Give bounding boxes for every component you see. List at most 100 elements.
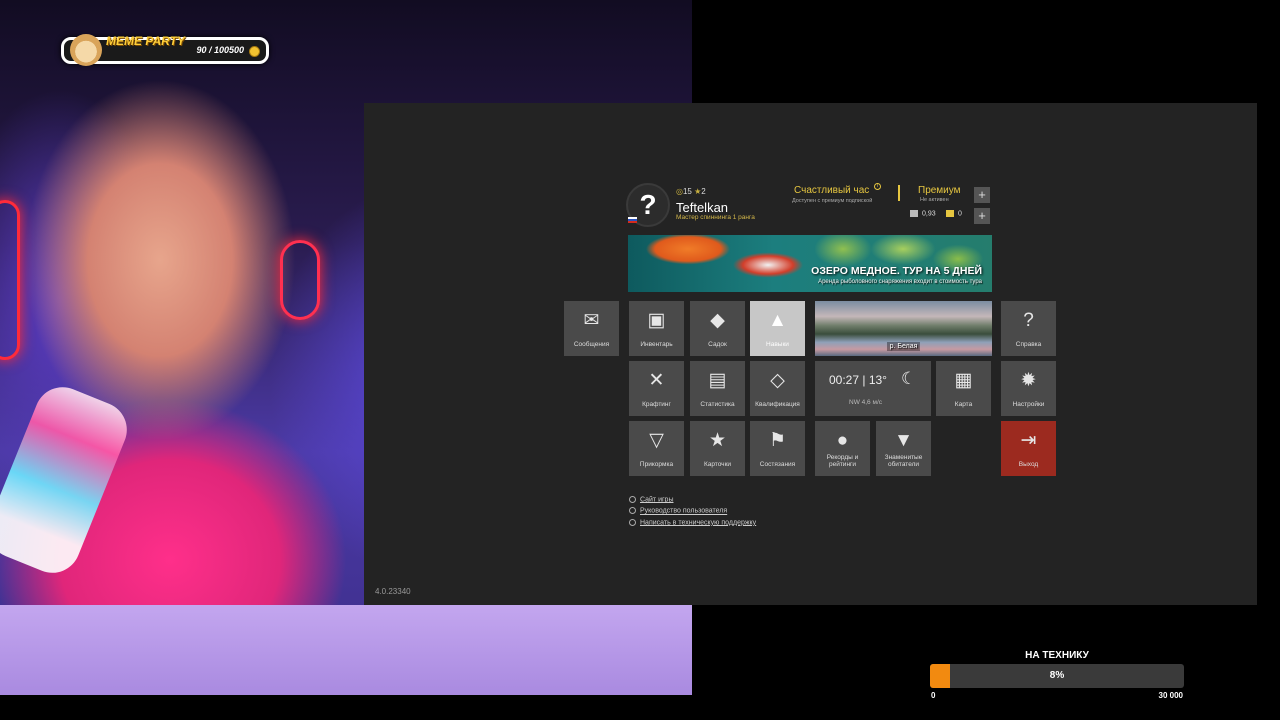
silver-icon xyxy=(910,210,918,217)
link-support[interactable]: Написать в техническую поддержку xyxy=(629,518,757,527)
tile-label: Крафтинг xyxy=(642,401,671,408)
records-tile[interactable]: ● Рекорды и рейтинги xyxy=(815,421,870,476)
globe-icon xyxy=(629,496,636,503)
link-label: Написать в техническую поддержку xyxy=(640,519,757,527)
level-icon: ◎ xyxy=(676,187,683,196)
add-premium-button[interactable]: + xyxy=(974,187,990,203)
statistics-tile[interactable]: ▤ Статистика xyxy=(690,361,745,416)
doge-icon xyxy=(70,34,102,66)
tile-label: Рекорды и рейтинги xyxy=(826,454,859,468)
tile-label: Навыки xyxy=(766,341,789,348)
graduation-cap-icon: ▲ xyxy=(768,310,787,331)
tile-label: Сообщения xyxy=(573,341,610,348)
tile-label: Садок xyxy=(708,341,727,348)
divider xyxy=(898,185,900,201)
level-value: 15 xyxy=(682,187,692,196)
tile-label: Состязания xyxy=(759,461,796,468)
checkered-flag-icon: ⚑ xyxy=(768,430,787,451)
banner-title: ОЗЕРО МЕДНОЕ. ТУР НА 5 ДНЕЙ xyxy=(811,265,982,277)
tile-label: Карта xyxy=(954,401,973,408)
meme-party-title: MEME PARTY xyxy=(106,34,185,48)
gold-value: 0 xyxy=(958,210,962,218)
competitions-tile[interactable]: ⚑ Состязания xyxy=(750,421,805,476)
moon-icon: ☾ xyxy=(901,369,917,388)
bait-tile[interactable]: ▽ Прикормка xyxy=(629,421,684,476)
briefcase-icon: ▣ xyxy=(647,310,666,331)
cards-tile[interactable]: ★ Карточки xyxy=(690,421,745,476)
gold-icon xyxy=(946,210,954,217)
player-rank: Мастер спиннинга 1 ранга xyxy=(676,214,755,221)
weather-tile[interactable]: 00:27 | 13° ☾ NW 4,6 м/с xyxy=(815,361,931,416)
globe-icon xyxy=(629,518,636,526)
goal-percent: 8% xyxy=(1049,670,1065,681)
profile-header: ? ◎15 ★2 Teftelkan Мастер спиннинга 1 ра… xyxy=(626,183,996,233)
happy-hour-title: Счастливый час xyxy=(794,185,870,196)
famous-tile[interactable]: ▼ Знаменитые обитатели xyxy=(876,421,931,476)
desk xyxy=(0,605,692,695)
meme-party-widget: MEME PARTY 90 / 100500 xyxy=(61,34,269,66)
player-name: Teftelkan xyxy=(676,200,729,215)
banner-subtitle: Аренда рыболовного снаряжения входит в с… xyxy=(818,279,982,285)
silver-value: 0,93 xyxy=(922,210,936,218)
qualification-tile[interactable]: ◇ Квалификация xyxy=(750,361,805,416)
fish-icon: ◆ xyxy=(710,310,725,331)
add-currency-button[interactable]: + xyxy=(974,208,990,224)
tile-label: Статистика xyxy=(700,401,735,408)
link-game-site[interactable]: Сайт игры xyxy=(629,496,756,503)
map-icon: ▦ xyxy=(954,370,973,391)
inventory-tile[interactable]: ▣ Инвентарь xyxy=(629,301,684,356)
envelope-icon: ✉ xyxy=(583,310,600,331)
globe-icon xyxy=(629,507,636,515)
help-tile[interactable]: ? Справка xyxy=(1001,301,1056,356)
exit-tile[interactable]: ⇥ Выход xyxy=(1001,421,1056,476)
goal-min: 0 xyxy=(931,691,936,700)
wind-info: NW 4,6 м/с xyxy=(849,399,883,406)
location-label: р. Белая xyxy=(815,342,992,351)
time-temperature: 00:27 | 13° xyxy=(829,373,887,387)
version-label: 4.0.23340 xyxy=(375,587,411,596)
happy-hour-subtitle: Доступен с премиум подпиской xyxy=(792,198,873,204)
info-icon[interactable]: i xyxy=(874,183,881,190)
diamond-icon: ◇ xyxy=(770,370,785,391)
chart-icon: ▤ xyxy=(708,370,727,391)
location-tile[interactable]: р. Белая xyxy=(815,301,992,356)
people-icon: ● xyxy=(836,430,849,451)
link-label: Руководство пользователя xyxy=(640,507,728,515)
tile-label: Справка xyxy=(1015,341,1042,348)
cards-icon: ★ xyxy=(708,430,727,451)
silver-currency: 0,93 xyxy=(910,210,936,217)
bucket-icon: ▽ xyxy=(649,430,664,451)
meme-party-progress: 90 / 100500 xyxy=(196,45,244,55)
premium-title: Премиум xyxy=(918,185,961,196)
game-window: ? ◎15 ★ 2 Teftelkan Мастер спиннинга 1 ра… xyxy=(364,103,1257,605)
microphone xyxy=(0,378,136,582)
neon-light xyxy=(280,240,320,320)
coin-icon xyxy=(249,46,260,57)
settings-tile[interactable]: ✹ Настройки xyxy=(1001,361,1056,416)
tile-label: Настройки xyxy=(1012,401,1045,408)
messages-tile[interactable]: ✉ Сообщения xyxy=(564,301,619,356)
skills-tile[interactable]: ▲ Навыки xyxy=(750,301,805,356)
donation-goal: НА ТЕХНИКУ 8% 0 30 000 xyxy=(930,648,1184,708)
crafting-tile[interactable]: ✕ Крафтинг xyxy=(629,361,684,416)
goal-progress-bar: 8% xyxy=(930,664,1184,688)
map-tile[interactable]: ▦ Карта xyxy=(936,361,991,416)
premium-subtitle: Не активен xyxy=(920,197,949,203)
tile-label: Выход xyxy=(1018,461,1039,468)
stars-value: 2 xyxy=(701,187,706,196)
promo-banner[interactable]: ОЗЕРО МЕДНОЕ. ТУР НА 5 ДНЕЙ Аренда рыбол… xyxy=(628,235,992,292)
gear-icon: ✹ xyxy=(1020,370,1037,391)
tile-label: Карточки xyxy=(703,461,732,468)
trophy-icon: ▼ xyxy=(894,430,913,451)
question-icon: ? xyxy=(1023,310,1034,331)
footer-links: Сайт игры Руководство пользователя Напис… xyxy=(629,496,756,530)
link-user-guide[interactable]: Руководство пользователя xyxy=(629,507,756,515)
tile-label: Инвентарь xyxy=(640,341,673,348)
goal-max: 30 000 xyxy=(1158,691,1183,700)
keepnet-tile[interactable]: ◆ Садок xyxy=(690,301,745,356)
goal-title: НА ТЕХНИКУ xyxy=(1025,650,1089,661)
tile-label: Прикормка xyxy=(639,461,674,468)
stream-screen: MEME PARTY 90 / 100500 ? ◎15 ★ 2 Teftelka… xyxy=(0,0,1280,720)
gold-currency: 0 xyxy=(946,210,962,217)
link-label: Сайт игры xyxy=(640,496,674,504)
